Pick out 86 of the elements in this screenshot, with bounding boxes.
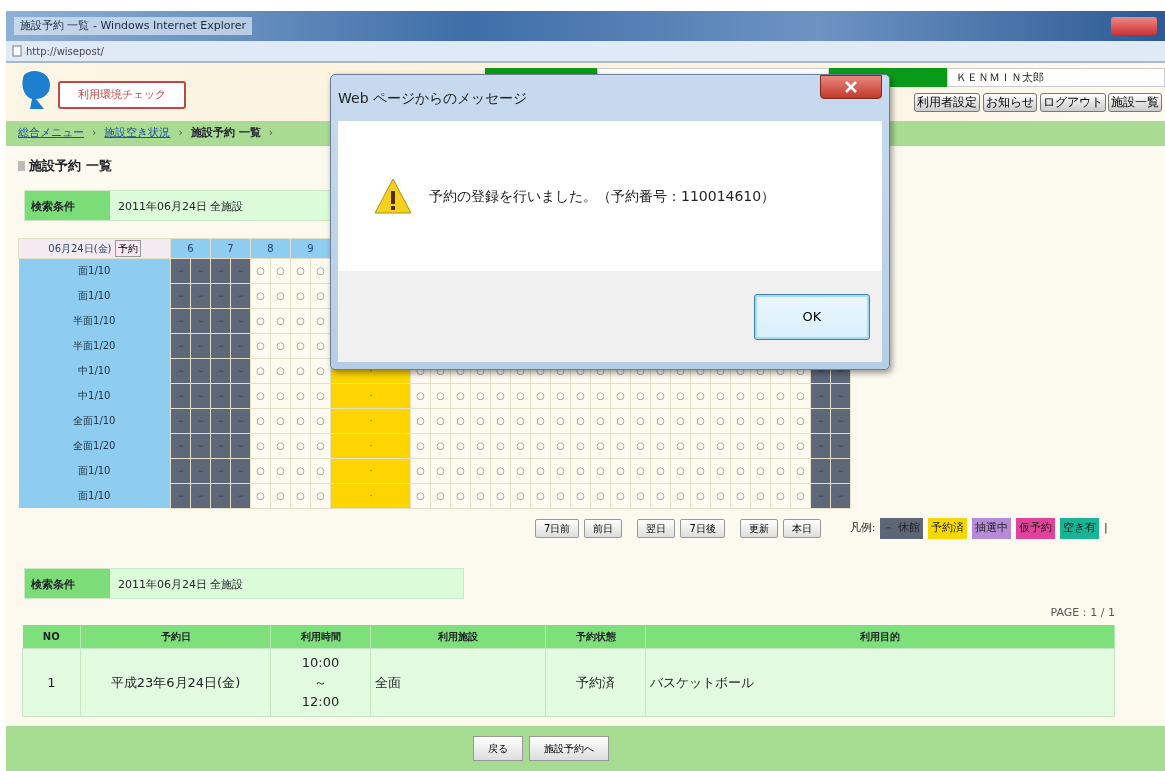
hour-header: 8	[250, 238, 291, 258]
facility-name: 全面1/10	[18, 408, 171, 433]
date-nav-button[interactable]: 本日	[782, 519, 821, 538]
table-cell: バスケットボール	[645, 648, 1115, 716]
breadcrumb-separator: ›	[178, 125, 183, 142]
reserved-slot: ・	[330, 408, 411, 433]
condition-value: 2011年06月24日 全施設	[117, 576, 245, 593]
date-nav-button[interactable]: 更新	[739, 519, 778, 538]
condition-value: 2011年06月24日 全施設	[117, 198, 245, 215]
closed-slot: －	[170, 433, 191, 458]
date-nav-button[interactable]: 翌日	[637, 519, 676, 538]
dialog-title: Web ページからのメッセージ	[338, 88, 527, 108]
close-button[interactable]	[820, 75, 882, 99]
closed-slot: －	[170, 383, 191, 408]
footer-button[interactable]: 戻る	[472, 736, 523, 761]
warning-icon	[373, 177, 413, 215]
facility-name: 全面1/20	[18, 433, 171, 458]
reserve-button[interactable]: 予約	[114, 239, 141, 257]
table-cell: 全面	[370, 648, 546, 716]
dialog-message: 予約の登録を行いました。（予約番号：110014610）	[429, 186, 776, 206]
legend-chip: － 休館	[880, 518, 923, 539]
header-button[interactable]: 施設一覧	[1108, 92, 1163, 112]
facility-name: 面1/10	[18, 483, 171, 508]
header-button[interactable]: お知らせ	[982, 92, 1037, 112]
hour-header: 6	[170, 238, 211, 258]
table-cell: 平成23年6月24日(金)	[80, 648, 271, 716]
environment-check-link[interactable]: 利用環境チェック	[58, 81, 186, 109]
page-title: 施設予約 一覧	[29, 157, 112, 175]
table-cell: 予約済	[545, 648, 646, 716]
column-header: 利用目的	[645, 625, 1115, 649]
breadcrumb-link[interactable]: 総合メニュー	[18, 125, 84, 142]
column-header: 利用時間	[270, 625, 371, 649]
closed-slot: －	[170, 283, 191, 308]
page-indicator: PAGE：1 / 1	[1050, 605, 1115, 619]
legend-chip: 抽選中	[971, 518, 1011, 539]
page-icon	[12, 45, 22, 57]
facility-name: 面1/10	[18, 283, 171, 308]
legend-chip: 仮予約	[1015, 518, 1055, 539]
legend-end-mark: |	[1103, 520, 1108, 537]
breadcrumb-separator: ›	[268, 125, 274, 142]
facility-name: 面1/10	[18, 258, 171, 283]
closed-slot: －	[170, 333, 191, 358]
address-field[interactable]: http://wisepost/	[26, 43, 104, 59]
closed-slot: －	[170, 458, 191, 483]
header-button[interactable]: 利用者設定	[914, 92, 980, 112]
closed-slot: －	[170, 258, 191, 283]
facility-name: 半面1/20	[18, 333, 171, 358]
column-header: NO	[22, 625, 81, 649]
breadcrumb-current: 施設予約 一覧	[190, 125, 261, 142]
reserved-slot: ・	[330, 433, 411, 458]
column-header: 予約状態	[545, 625, 646, 649]
closed-slot: －	[170, 483, 191, 508]
title-bullet-icon	[18, 160, 25, 171]
reserved-slot: ・	[330, 383, 411, 408]
facility-name: 中1/10	[18, 358, 171, 383]
breadcrumb-link[interactable]: 施設空き状況	[104, 125, 171, 142]
closed-slot: －	[170, 358, 191, 383]
ok-button[interactable]: OK	[754, 293, 870, 340]
legend-chip: 予約済	[927, 518, 967, 539]
footer-button[interactable]: 施設予約へ	[528, 736, 609, 761]
hour-header: 9	[290, 238, 331, 258]
reserved-slot: ・	[330, 458, 411, 483]
legend-chip: 空き有	[1059, 518, 1099, 539]
closed-slot: －	[170, 408, 191, 433]
date-nav-button[interactable]: 7日前	[535, 519, 580, 538]
facility-name: 中1/10	[18, 383, 171, 408]
header-button[interactable]: ログアウト	[1039, 92, 1106, 112]
close-icon	[844, 81, 858, 93]
user-name: ＫＥＮＭＩＮ太郎	[947, 68, 1165, 87]
facility-name: 面1/10	[18, 458, 171, 483]
table-cell: 10:00 ～ 12:00	[270, 648, 371, 716]
date-nav-button[interactable]: 前日	[584, 519, 623, 538]
column-header: 利用施設	[370, 625, 546, 649]
closed-slot: －	[170, 308, 191, 333]
condition-label: 検索条件	[25, 568, 110, 598]
window-title: 施設予約 一覧 - Windows Internet Explorer	[14, 16, 253, 36]
date-nav-button[interactable]: 7日後	[680, 519, 725, 538]
table-cell: 1	[22, 648, 81, 716]
legend-label: 凡例:	[849, 520, 876, 537]
column-header: 予約日	[80, 625, 271, 649]
facility-name: 半面1/10	[18, 308, 171, 333]
grid-date: 06月24日(金)	[48, 242, 112, 254]
condition-label: 検索条件	[25, 190, 110, 220]
reserved-slot: ・	[330, 483, 411, 508]
hour-header: 7	[210, 238, 251, 258]
breadcrumb-separator: ›	[92, 125, 97, 142]
